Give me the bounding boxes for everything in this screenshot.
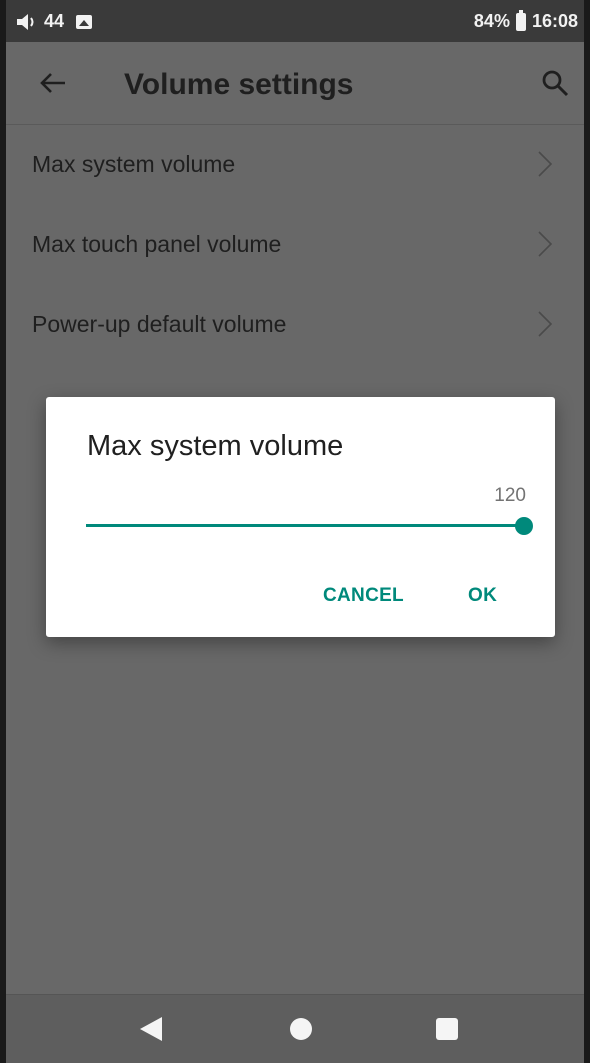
- chevron-right-icon: [538, 151, 553, 177]
- nav-back-icon[interactable]: [140, 1017, 162, 1041]
- screen: 44 84% 16:08 Volume settings Max system …: [6, 0, 584, 1063]
- status-bar-left: 44: [16, 11, 93, 32]
- cancel-button[interactable]: CANCEL: [323, 585, 404, 607]
- image-notification-icon: [76, 14, 93, 29]
- slider-thumb[interactable]: [515, 517, 533, 535]
- page-title: Volume settings: [124, 68, 354, 101]
- ok-button[interactable]: OK: [468, 585, 497, 607]
- max-system-volume-dialog: Max system volume 120 CANCEL OK: [46, 397, 555, 637]
- list-item-label: Max touch panel volume: [32, 231, 282, 257]
- clock: 16:08: [531, 11, 578, 31]
- list-item-max-touch-panel-volume[interactable]: Max touch panel volume: [6, 205, 584, 285]
- chevron-right-icon: [538, 231, 553, 257]
- volume-slider[interactable]: [86, 515, 533, 537]
- chevron-right-icon: [538, 311, 553, 337]
- battery-percent: 84%: [473, 11, 510, 31]
- nav-recents-icon[interactable]: [436, 1018, 458, 1040]
- list-item-power-up-default-volume[interactable]: Power-up default volume: [6, 285, 584, 365]
- back-arrow-icon[interactable]: [36, 66, 70, 100]
- list-item-label: Power-up default volume: [32, 311, 287, 337]
- battery-charging-icon: [515, 9, 526, 31]
- search-icon[interactable]: [540, 68, 570, 98]
- slider-fill: [86, 524, 524, 527]
- app-bar: Volume settings: [6, 42, 584, 125]
- dialog-title: Max system volume: [87, 430, 344, 462]
- status-bar-right: 84% 16:08: [473, 9, 578, 32]
- nav-home-icon[interactable]: [290, 1018, 312, 1040]
- list-item-label: Max system volume: [32, 151, 236, 177]
- settings-list: Max system volume Max touch panel volume…: [6, 125, 584, 365]
- navigation-bar: [6, 994, 584, 1063]
- volume-level-text: 44: [44, 11, 65, 31]
- volume-icon: [17, 13, 34, 30]
- slider-value: 120: [494, 485, 526, 506]
- status-bar: 44 84% 16:08: [6, 0, 584, 42]
- list-item-max-system-volume[interactable]: Max system volume: [6, 125, 584, 205]
